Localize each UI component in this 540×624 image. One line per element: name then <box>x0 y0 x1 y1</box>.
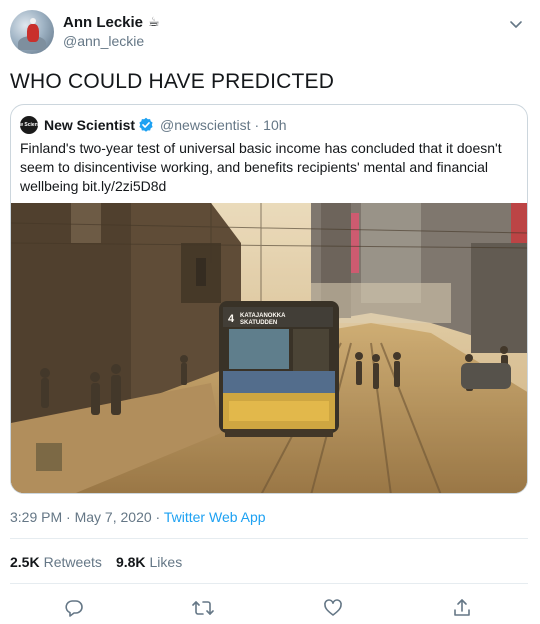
quoted-tweet-body: Finland's two-year test of universal bas… <box>20 140 502 194</box>
retweets-label: Retweets <box>43 554 102 570</box>
coffee-emoji: ☕ <box>148 15 160 30</box>
avatar[interactable] <box>10 10 54 54</box>
verified-badge-icon <box>138 117 154 133</box>
tweet-header: Ann Leckie ☕ @ann_leckie <box>10 10 530 56</box>
reply-icon[interactable] <box>62 596 86 620</box>
quoted-tweet[interactable]: New Scientist New Scientist @newscientis… <box>10 104 528 494</box>
tweet-actions <box>0 596 540 620</box>
likes-count: 9.8K <box>115 554 146 570</box>
new-scientist-logo[interactable]: New Scientist <box>13 116 45 134</box>
likes-stat[interactable]: 9.8K Likes <box>116 554 182 570</box>
retweet-icon[interactable] <box>191 596 215 620</box>
likes-label: Likes <box>149 554 183 570</box>
author-handle[interactable]: @ann_leckie <box>63 33 144 49</box>
chevron-down-icon[interactable] <box>506 14 526 34</box>
retweets-stat[interactable]: 2.5K Retweets <box>10 554 102 570</box>
tweet-stats: 2.5K Retweets 9.8K Likes <box>10 554 182 570</box>
divider <box>10 583 528 584</box>
divider <box>10 538 528 539</box>
quoted-photo[interactable]: 4 KATAJANOKKA SKATUDDEN <box>11 203 527 493</box>
separator-dot: · <box>254 117 260 133</box>
quoted-author-handle[interactable]: @newscientist <box>160 117 250 133</box>
logo-text: New Scientist <box>12 121 46 128</box>
retweets-count: 2.5K <box>10 554 40 570</box>
tweet-text: WHO COULD HAVE PREDICTED <box>10 70 335 93</box>
tweet-source[interactable]: Twitter Web App <box>164 509 266 525</box>
quoted-timestamp[interactable]: 10h <box>263 117 286 133</box>
quoted-tweet-header: New Scientist New Scientist @newscientis… <box>13 115 287 135</box>
share-icon[interactable] <box>450 596 474 620</box>
separator-dot: · <box>66 509 71 525</box>
quoted-author-name[interactable]: New Scientist <box>44 117 135 133</box>
heart-icon[interactable] <box>321 596 345 620</box>
tweet-date[interactable]: May 7, 2020 <box>75 509 152 525</box>
separator-dot: · <box>155 509 161 525</box>
tweet-time[interactable]: 3:29 PM <box>10 509 62 525</box>
author-name[interactable]: Ann Leckie ☕ <box>63 14 160 31</box>
author-name-text[interactable]: Ann Leckie <box>63 14 143 31</box>
street-tram-photo: 4 KATAJANOKKA SKATUDDEN <box>11 203 527 493</box>
tweet-meta: 3:29 PM · May 7, 2020 · Twitter Web App <box>10 509 266 525</box>
